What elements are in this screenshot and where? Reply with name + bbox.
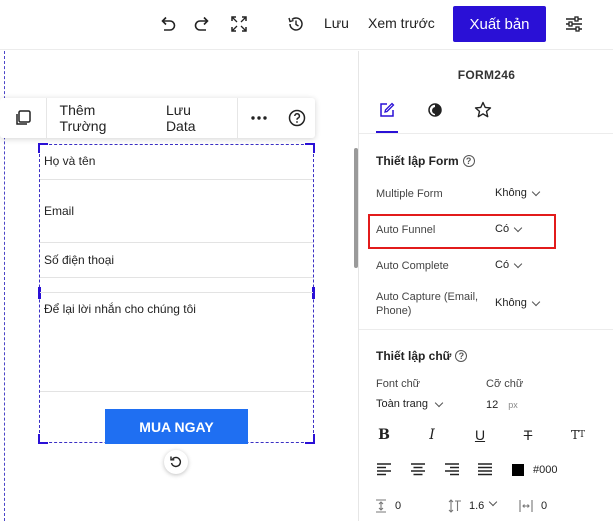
- save-button[interactable]: Lưu: [324, 15, 349, 31]
- letter-spacing-icon[interactable]: [518, 497, 534, 515]
- bold-icon[interactable]: B: [375, 426, 393, 444]
- chevron-down-icon: [513, 223, 523, 232]
- auto-funnel-value: Có: [495, 223, 510, 235]
- buy-now-button[interactable]: MUA NGAY: [105, 409, 248, 444]
- element-toolbar: Thêm Trường Lưu Data: [0, 98, 315, 138]
- auto-complete-select[interactable]: Có: [495, 259, 523, 271]
- text-case-icon[interactable]: TT: [569, 426, 587, 444]
- history-icon[interactable]: [285, 13, 307, 35]
- underline-icon[interactable]: U: [471, 426, 489, 444]
- add-field-button[interactable]: Thêm Trường: [47, 98, 155, 138]
- font-label: Font chữ: [376, 378, 421, 390]
- align-center-icon[interactable]: [409, 460, 427, 478]
- email-field[interactable]: Email: [40, 180, 313, 243]
- text-settings-label: Thiết lập chữ: [376, 349, 452, 363]
- auto-funnel-select[interactable]: Có: [495, 223, 523, 235]
- auto-complete-value: Có: [495, 259, 510, 271]
- text-settings-title: Thiết lập chữ ?: [376, 349, 468, 363]
- line-height-value[interactable]: 1.6: [469, 500, 484, 512]
- panel-title: FORM246: [457, 68, 516, 82]
- form-element[interactable]: Họ và tên Email Số điện thoại Để lại lời…: [38, 143, 315, 444]
- chevron-down-icon: [531, 187, 541, 196]
- publish-button[interactable]: Xuất bản: [453, 6, 546, 42]
- settings-sliders-icon[interactable]: [563, 13, 585, 35]
- multiple-form-label: Multiple Form: [376, 188, 443, 200]
- preview-button[interactable]: Xem trước: [368, 15, 435, 31]
- name-field[interactable]: Họ và tên: [40, 145, 313, 180]
- auto-complete-label: Auto Complete: [376, 260, 449, 272]
- help-icon[interactable]: ?: [455, 350, 468, 362]
- top-toolbar: Lưu Xem trước Xuất bản: [0, 0, 613, 50]
- text-color-value: #000: [533, 464, 558, 476]
- redo-icon[interactable]: [192, 13, 214, 35]
- font-size-value: 12: [486, 399, 499, 411]
- help-icon[interactable]: [279, 98, 315, 138]
- more-icon[interactable]: [238, 98, 280, 138]
- phone-field[interactable]: Số điện thoại: [40, 243, 313, 278]
- align-right-icon[interactable]: [443, 460, 461, 478]
- letter-spacing-value[interactable]: 0: [541, 500, 547, 512]
- style-icon[interactable]: [423, 98, 447, 122]
- paragraph-spacing-value[interactable]: 0: [395, 500, 401, 512]
- text-color-swatch[interactable]: [512, 464, 524, 476]
- line-height-icon[interactable]: [447, 497, 463, 515]
- font-size-label: Cỡ chữ: [486, 378, 524, 390]
- chevron-down-icon: [434, 398, 444, 407]
- chevron-down-icon[interactable]: [488, 497, 498, 507]
- fullscreen-icon[interactable]: [228, 13, 250, 35]
- resize-corner[interactable]: [38, 434, 48, 444]
- settings-panel: FORM246 Thiết lập Form ? Multiple Form K…: [354, 51, 613, 521]
- multiple-form-select[interactable]: Không: [495, 187, 541, 199]
- resize-corner[interactable]: [305, 434, 315, 444]
- font-select[interactable]: Toàn trang: [376, 398, 444, 410]
- font-size-unit: px: [508, 400, 518, 410]
- strikethrough-icon[interactable]: T: [519, 426, 537, 444]
- align-justify-icon[interactable]: [476, 460, 494, 478]
- rotate-icon[interactable]: [164, 450, 188, 474]
- font-value: Toàn trang: [376, 398, 428, 410]
- panel-divider: [359, 329, 613, 330]
- chevron-down-icon: [531, 297, 541, 306]
- duplicate-icon[interactable]: [0, 98, 46, 138]
- form-settings-label: Thiết lập Form: [376, 154, 459, 168]
- paragraph-spacing-icon[interactable]: [374, 497, 388, 515]
- font-size-input[interactable]: 12 px: [486, 399, 518, 411]
- auto-funnel-label: Auto Funnel: [376, 224, 436, 236]
- edit-icon[interactable]: [375, 98, 399, 122]
- panel-divider: [359, 133, 613, 134]
- italic-icon[interactable]: I: [423, 426, 441, 444]
- auto-capture-select[interactable]: Không: [495, 297, 541, 309]
- multiple-form-value: Không: [495, 187, 527, 199]
- chevron-down-icon: [513, 259, 523, 268]
- save-data-button[interactable]: Lưu Data: [155, 98, 237, 138]
- auto-capture-label: Auto Capture (Email, Phone): [376, 291, 479, 317]
- star-icon[interactable]: [471, 98, 495, 122]
- align-left-icon[interactable]: [375, 460, 393, 478]
- message-field[interactable]: Để lại lời nhắn cho chúng tôi: [40, 292, 313, 392]
- auto-capture-value: Không: [495, 297, 527, 309]
- panel-scrollbar[interactable]: [354, 148, 358, 268]
- undo-icon[interactable]: [156, 13, 178, 35]
- help-icon[interactable]: ?: [462, 155, 475, 167]
- form-settings-title: Thiết lập Form ?: [376, 154, 475, 168]
